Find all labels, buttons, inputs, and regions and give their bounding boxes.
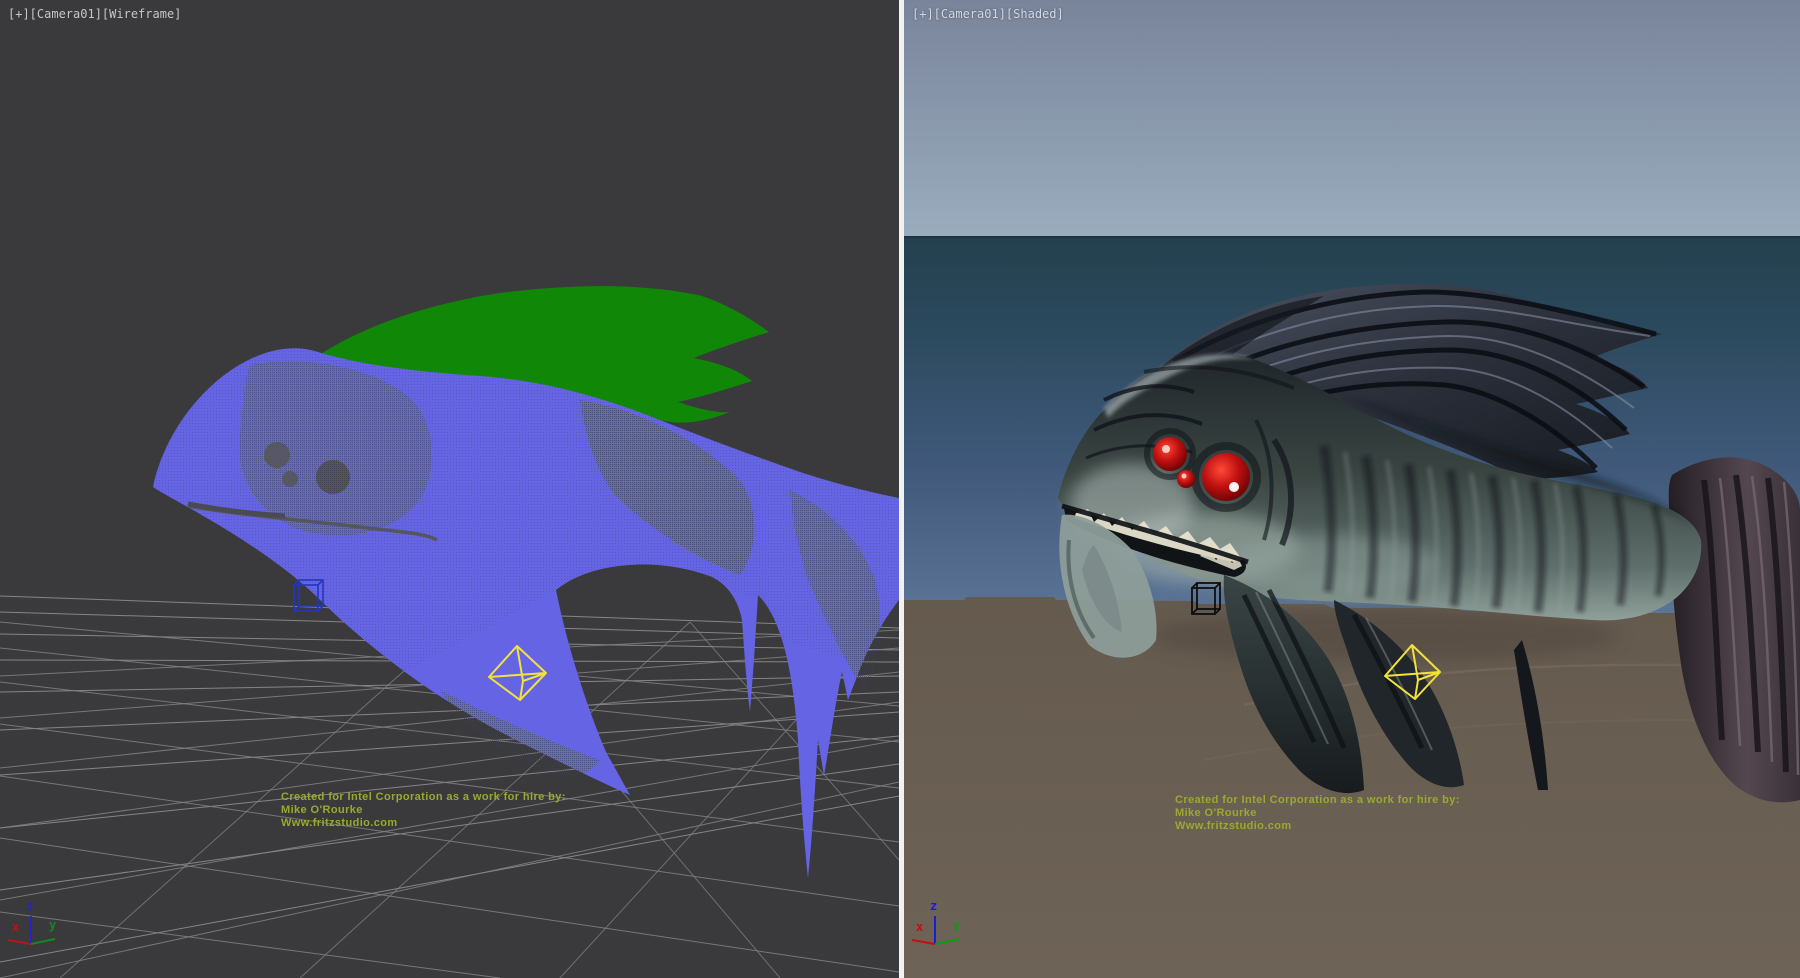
attribution-line: Mike O'Rourke xyxy=(281,804,566,817)
viewport-shaded[interactable]: [+][Camera01][Shaded] Created for Intel … xyxy=(904,0,1800,978)
attribution-line: Www.fritzstudio.com xyxy=(281,817,566,830)
horizon-line xyxy=(904,236,1800,238)
dual-viewport-app: [+][Camera01][Wireframe] Created for Int… xyxy=(0,0,1800,978)
attribution-line: Mike O'Rourke xyxy=(1175,807,1460,820)
attribution-line: Created for Intel Corporation as a work … xyxy=(281,791,566,804)
viewport-label-wireframe[interactable]: [+][Camera01][Wireframe] xyxy=(8,7,181,21)
wireframe-eye-small xyxy=(282,471,298,487)
axis-lines xyxy=(909,903,975,965)
red-eye-medium xyxy=(1153,437,1187,471)
viewport-label-shaded[interactable]: [+][Camera01][Shaded] xyxy=(912,7,1064,21)
attribution-overlay: Created for Intel Corporation as a work … xyxy=(281,791,566,830)
red-eye-large xyxy=(1202,453,1250,501)
world-axis-gizmo: x z y xyxy=(909,903,975,965)
attribution-line: Www.fritzstudio.com xyxy=(1175,820,1460,833)
wireframe-eye-medium xyxy=(264,442,290,468)
axis-x-label: x xyxy=(916,921,923,933)
viewport-wireframe[interactable]: [+][Camera01][Wireframe] Created for Int… xyxy=(0,0,899,978)
axis-z-label: z xyxy=(930,900,937,912)
axis-y-label: y xyxy=(49,919,56,931)
axis-y-label: y xyxy=(953,919,960,931)
attribution-line: Created for Intel Corporation as a work … xyxy=(1175,794,1460,807)
axis-z-label: z xyxy=(26,900,33,912)
box-helper[interactable] xyxy=(294,580,323,611)
world-axis-gizmo: x z y xyxy=(5,903,71,965)
sky xyxy=(904,0,1800,237)
axis-lines xyxy=(5,903,71,965)
red-eye-small xyxy=(1177,470,1195,488)
wireframe-scene xyxy=(0,0,899,978)
attribution-overlay: Created for Intel Corporation as a work … xyxy=(1175,794,1460,833)
axis-x-label: x xyxy=(12,921,19,933)
